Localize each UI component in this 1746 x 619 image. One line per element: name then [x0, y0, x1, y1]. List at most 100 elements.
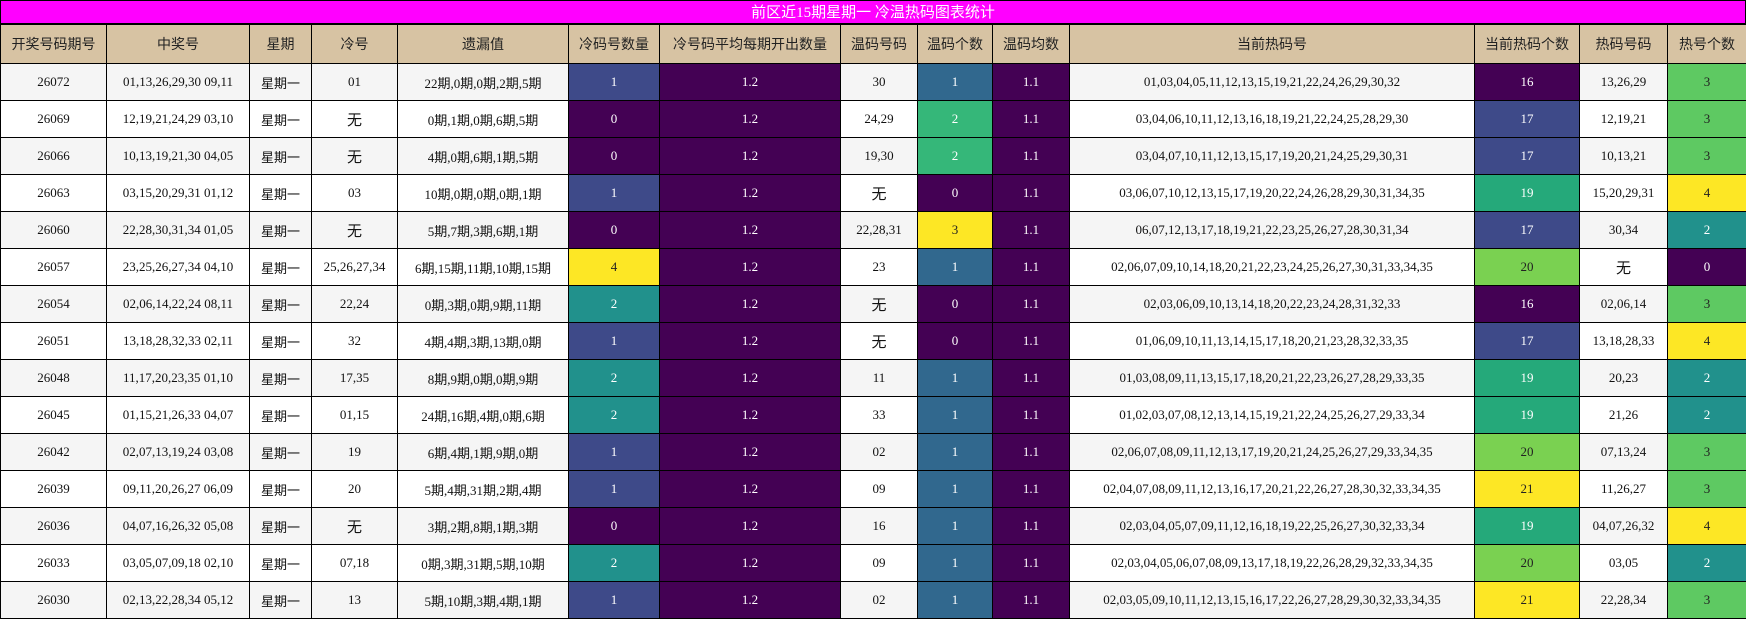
- hot-cell: 20,23: [1579, 359, 1668, 397]
- hot-current-count-cell: 20: [1474, 433, 1580, 471]
- hot-cell: 21,26: [1579, 396, 1668, 434]
- header-hot-count: 热号个数: [1667, 24, 1746, 64]
- table-row: 26036 04,07,16,26,32 05,08 星期一无 3期,2期,8期,1期…: [0, 507, 1746, 545]
- hot-current-count-cell: 19: [1474, 174, 1580, 212]
- hot-cell: 03,05: [1579, 544, 1668, 582]
- cold-warm-hot-table: 开奖号码期号 中奖号 星期 冷号 遗漏值 冷码号数量 冷号码平均每期开出数量 温…: [0, 24, 1746, 619]
- omission-cell: 3期,2期,8期,1期,3期: [397, 507, 569, 545]
- omission-cell: 0期,3期,31期,5期,10期: [397, 544, 569, 582]
- table-row: 26057 23,25,26,27,34 04,10 星期一 25,26,27,34 6…: [0, 248, 1746, 286]
- cold-cell: 17,35: [311, 359, 398, 397]
- period-cell: 26030: [0, 581, 107, 619]
- table-row: 26030 02,13,22,28,34 05,12 星期一 13 5期,10期,3期,…: [0, 581, 1746, 619]
- winning-cell: 01,13,26,29,30 09,11: [106, 63, 250, 101]
- weekday-cell: 星期一: [249, 211, 312, 249]
- warm-avg-cell: 1.1: [992, 581, 1070, 619]
- warm-cell: 23: [840, 248, 918, 286]
- cold-count-cell: 0: [568, 100, 660, 138]
- warm-avg-cell: 1.1: [992, 544, 1070, 582]
- hot-current-cell: 02,03,04,05,06,07,08,09,13,17,18,19,22,2…: [1069, 544, 1475, 582]
- hot-cell: 22,28,34: [1579, 581, 1668, 619]
- header-cold-avg: 冷号码平均每期开出数量: [659, 24, 841, 64]
- omission-cell: 4期,0期,6期,1期,5期: [397, 137, 569, 175]
- period-cell: 26066: [0, 137, 107, 175]
- warm-cell: 02: [840, 433, 918, 471]
- cold-cell: 22,24: [311, 285, 398, 323]
- cold-avg-cell: 1.2: [659, 433, 841, 471]
- omission-cell: 4期,4期,3期,13期,0期: [397, 322, 569, 360]
- cold-count-cell: 0: [568, 507, 660, 545]
- table-title: 前区近15期星期一 冷温热码图表统计: [0, 0, 1746, 24]
- cold-avg-cell: 1.2: [659, 211, 841, 249]
- omission-cell: 10期,0期,0期,0期,1期: [397, 174, 569, 212]
- cold-count-cell: 2: [568, 359, 660, 397]
- cold-count-cell: 2: [568, 285, 660, 323]
- weekday-cell: 星期一: [249, 359, 312, 397]
- cold-cell: 01: [311, 63, 398, 101]
- warm-cell: 16: [840, 507, 918, 545]
- period-cell: 26036: [0, 507, 107, 545]
- hot-count-cell: 0: [1667, 248, 1746, 286]
- warm-count-cell: 2: [917, 137, 993, 175]
- cold-avg-cell: 1.2: [659, 507, 841, 545]
- cold-cell: 无: [311, 137, 398, 175]
- period-cell: 26033: [0, 544, 107, 582]
- table-row: 26033 03,05,07,09,18 02,10 星期一 07,18 0期,3期,3…: [0, 544, 1746, 582]
- cold-count-cell: 1: [568, 322, 660, 360]
- winning-cell: 10,13,19,21,30 04,05: [106, 137, 250, 175]
- warm-count-cell: 1: [917, 359, 993, 397]
- hot-current-cell: 01,02,03,07,08,12,13,14,15,19,21,22,24,2…: [1069, 396, 1475, 434]
- header-cold-count: 冷码号数量: [568, 24, 660, 64]
- stats-page: 前区近15期星期一 冷温热码图表统计 开奖号码期号 中奖号 星期 冷号 遗漏值 …: [0, 0, 1746, 619]
- winning-cell: 09,11,20,26,27 06,09: [106, 470, 250, 508]
- hot-cell: 12,19,21: [1579, 100, 1668, 138]
- omission-cell: 8期,9期,0期,0期,9期: [397, 359, 569, 397]
- period-cell: 26063: [0, 174, 107, 212]
- hot-current-count-cell: 17: [1474, 322, 1580, 360]
- header-warm: 温码号码: [840, 24, 918, 64]
- winning-cell: 23,25,26,27,34 04,10: [106, 248, 250, 286]
- weekday-cell: 星期一: [249, 285, 312, 323]
- weekday-cell: 星期一: [249, 322, 312, 360]
- weekday-cell: 星期一: [249, 100, 312, 138]
- weekday-cell: 星期一: [249, 433, 312, 471]
- warm-avg-cell: 1.1: [992, 396, 1070, 434]
- warm-avg-cell: 1.1: [992, 322, 1070, 360]
- warm-avg-cell: 1.1: [992, 63, 1070, 101]
- cold-count-cell: 1: [568, 174, 660, 212]
- hot-cell: 02,06,14: [1579, 285, 1668, 323]
- hot-count-cell: 3: [1667, 100, 1746, 138]
- period-cell: 26048: [0, 359, 107, 397]
- winning-cell: 02,06,14,22,24 08,11: [106, 285, 250, 323]
- warm-avg-cell: 1.1: [992, 100, 1070, 138]
- warm-count-cell: 1: [917, 433, 993, 471]
- cold-cell: 无: [311, 211, 398, 249]
- cold-count-cell: 1: [568, 63, 660, 101]
- cold-count-cell: 0: [568, 211, 660, 249]
- hot-current-cell: 06,07,12,13,17,18,19,21,22,23,25,26,27,2…: [1069, 211, 1475, 249]
- warm-count-cell: 0: [917, 174, 993, 212]
- warm-cell: 19,30: [840, 137, 918, 175]
- cold-avg-cell: 1.2: [659, 359, 841, 397]
- hot-current-count-cell: 20: [1474, 248, 1580, 286]
- hot-count-cell: 4: [1667, 507, 1746, 545]
- winning-cell: 13,18,28,32,33 02,11: [106, 322, 250, 360]
- warm-cell: 无: [840, 285, 918, 323]
- cold-cell: 25,26,27,34: [311, 248, 398, 286]
- hot-current-cell: 02,03,06,09,10,13,14,18,20,22,23,24,28,3…: [1069, 285, 1475, 323]
- warm-cell: 33: [840, 396, 918, 434]
- omission-cell: 5期,10期,3期,4期,1期: [397, 581, 569, 619]
- hot-current-cell: 02,03,04,05,07,09,11,12,16,18,19,22,25,2…: [1069, 507, 1475, 545]
- hot-count-cell: 4: [1667, 322, 1746, 360]
- winning-cell: 12,19,21,24,29 03,10: [106, 100, 250, 138]
- warm-count-cell: 0: [917, 322, 993, 360]
- cold-count-cell: 1: [568, 433, 660, 471]
- header-winning: 中奖号: [106, 24, 250, 64]
- cold-cell: 03: [311, 174, 398, 212]
- warm-cell: 09: [840, 470, 918, 508]
- cold-cell: 20: [311, 470, 398, 508]
- hot-count-cell: 2: [1667, 359, 1746, 397]
- warm-count-cell: 2: [917, 100, 993, 138]
- cold-avg-cell: 1.2: [659, 100, 841, 138]
- table-row: 26060 22,28,30,31,34 01,05 星期一无 5期,7期,3期,6期…: [0, 211, 1746, 249]
